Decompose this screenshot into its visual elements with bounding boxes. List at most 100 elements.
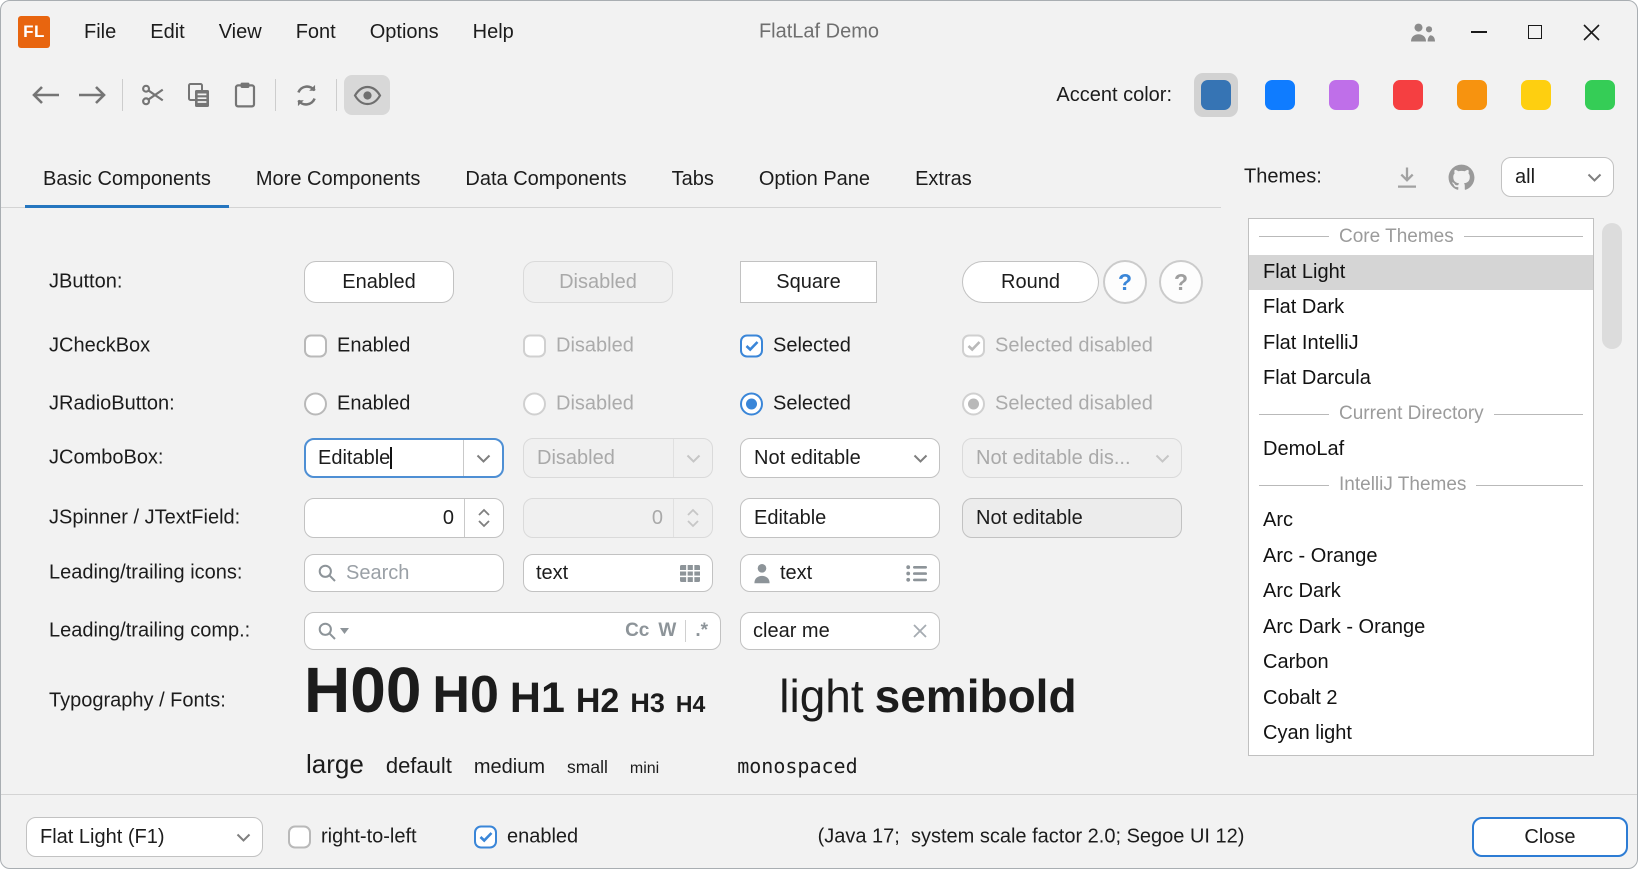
textfield-editable[interactable]: Editable [740,498,940,538]
copy-button[interactable] [176,75,222,115]
spinner-buttons[interactable] [465,499,503,537]
themes-filter-combobox[interactable]: all [1501,157,1614,197]
theme-item-arc-dark-orange[interactable]: Arc Dark - Orange [1249,610,1593,646]
chevron-down-icon[interactable] [464,454,502,463]
theme-item-flat-intellij[interactable]: Flat IntelliJ [1249,326,1593,362]
right-to-left-checkbox[interactable]: right-to-left [288,826,417,849]
theme-item-arc-orange[interactable]: Arc - Orange [1249,539,1593,575]
regex-toggle[interactable]: .* [695,620,708,642]
checkbox-label: Disabled [556,335,634,358]
accent-swatch-yellow[interactable] [1514,73,1558,117]
menu-file[interactable]: File [84,21,116,44]
theme-item-carbon[interactable]: Carbon [1249,645,1593,681]
checkbox-selected[interactable]: Selected [740,335,851,358]
checkbox-label: Selected [773,335,851,358]
enabled-checkbox[interactable]: enabled [474,826,578,849]
accent-swatch-blue[interactable] [1258,73,1302,117]
refresh-button[interactable] [283,75,329,115]
theme-item-flat-darcula[interactable]: Flat Darcula [1249,361,1593,397]
tab-tabs[interactable]: Tabs [654,151,732,207]
field-value: clear me [753,620,904,643]
help-button-gray[interactable]: ? [1159,260,1203,304]
match-case-toggle[interactable]: Cc [625,620,649,642]
heading-h0: H0 [432,665,498,725]
menu-font[interactable]: Font [296,21,336,44]
search-field[interactable]: Search [304,554,504,592]
tab-basic-components[interactable]: Basic Components [25,151,229,207]
accent-color-area: Accent color: [1056,63,1622,127]
minimize-button[interactable] [1451,1,1507,63]
chevron-down-icon [1575,173,1613,182]
chevron-down-icon [674,454,712,463]
enabled-button[interactable]: Enabled [304,261,454,303]
theme-item-dark-flat[interactable]: Dark Flat [1249,752,1593,757]
github-icon [1448,164,1475,191]
theme-item-demolaf[interactable]: DemoLaf [1249,432,1593,468]
radio-disabled: Disabled [523,393,634,416]
theme-item-arc-dark[interactable]: Arc Dark [1249,574,1593,610]
monospaced-sample: monospaced [737,754,857,778]
text-field-table-icon[interactable]: text [523,554,713,592]
chevron-down-icon[interactable] [901,454,939,463]
accent-color-label: Accent color: [1056,84,1172,107]
spinner[interactable]: 0 [304,498,504,538]
forward-button[interactable] [69,75,115,115]
accent-swatch-red[interactable] [1386,73,1430,117]
checkbox-enabled[interactable]: Enabled [304,335,410,358]
laf-selector-combobox[interactable]: Flat Light (F1) [26,817,263,857]
eye-icon [353,85,382,106]
text-field-user-list-icons[interactable]: text [740,554,940,592]
combobox-value: Not editable dis... [976,447,1143,470]
combobox-not-editable[interactable]: Not editable [740,438,940,478]
menu-options[interactable]: Options [370,21,439,44]
tab-more-components[interactable]: More Components [238,151,439,207]
menu-edit[interactable]: Edit [150,21,184,44]
theme-group-label: Current Directory [1339,403,1484,425]
accent-swatch-steel-blue[interactable] [1194,73,1238,117]
accent-swatch-purple[interactable] [1322,73,1366,117]
square-button[interactable]: Square [740,261,877,303]
whole-word-toggle[interactable]: W [658,620,676,642]
round-button[interactable]: Round [962,261,1099,303]
menubar: File Edit View Font Options Help [84,1,514,63]
close-button[interactable]: Close [1472,817,1628,857]
cut-button[interactable] [130,75,176,115]
size-mini-sample: mini [630,760,659,778]
accent-swatch-green[interactable] [1578,73,1622,117]
semibold-weight-sample: semibold [875,669,1077,723]
radio-selected[interactable]: Selected [740,393,851,416]
tab-extras[interactable]: Extras [897,151,990,207]
forward-icon [77,85,107,105]
show-hidden-toggle[interactable] [344,75,390,115]
theme-item-cobalt-2[interactable]: Cobalt 2 [1249,681,1593,717]
menu-view[interactable]: View [219,21,262,44]
search-field-with-options[interactable]: Cc W .* [304,612,721,650]
tab-data-components[interactable]: Data Components [447,151,644,207]
themes-scrollbar-thumb[interactable] [1602,223,1622,349]
close-window-button[interactable] [1563,1,1619,63]
github-button[interactable] [1439,157,1483,197]
theme-item-arc[interactable]: Arc [1249,503,1593,539]
search-with-dropdown-icon[interactable] [317,621,349,641]
radio-enabled[interactable]: Enabled [304,393,410,416]
comp-row-label: Leading/trailing comp.: [49,620,250,643]
theme-item-flat-dark[interactable]: Flat Dark [1249,290,1593,326]
combobox-editable[interactable]: Editable [304,438,504,478]
back-button[interactable] [23,75,69,115]
checkbox-box [474,826,497,849]
theme-item-cyan-light[interactable]: Cyan light [1249,716,1593,752]
accent-swatch-orange[interactable] [1450,73,1494,117]
checkmark-icon [967,341,981,352]
typography-row-label: Typography / Fonts: [49,690,226,713]
clearable-field[interactable]: clear me [740,612,940,650]
download-theme-button[interactable] [1385,157,1429,197]
menu-help[interactable]: Help [473,21,514,44]
chevron-down-icon[interactable] [224,833,262,842]
help-button-blue[interactable]: ? [1103,260,1147,304]
users-icon[interactable] [1395,1,1451,63]
heading-h3: H3 [630,688,665,719]
theme-item-flat-light[interactable]: Flat Light [1249,255,1593,291]
tab-option-pane[interactable]: Option Pane [741,151,888,207]
paste-button[interactable] [222,75,268,115]
maximize-button[interactable] [1507,1,1563,63]
